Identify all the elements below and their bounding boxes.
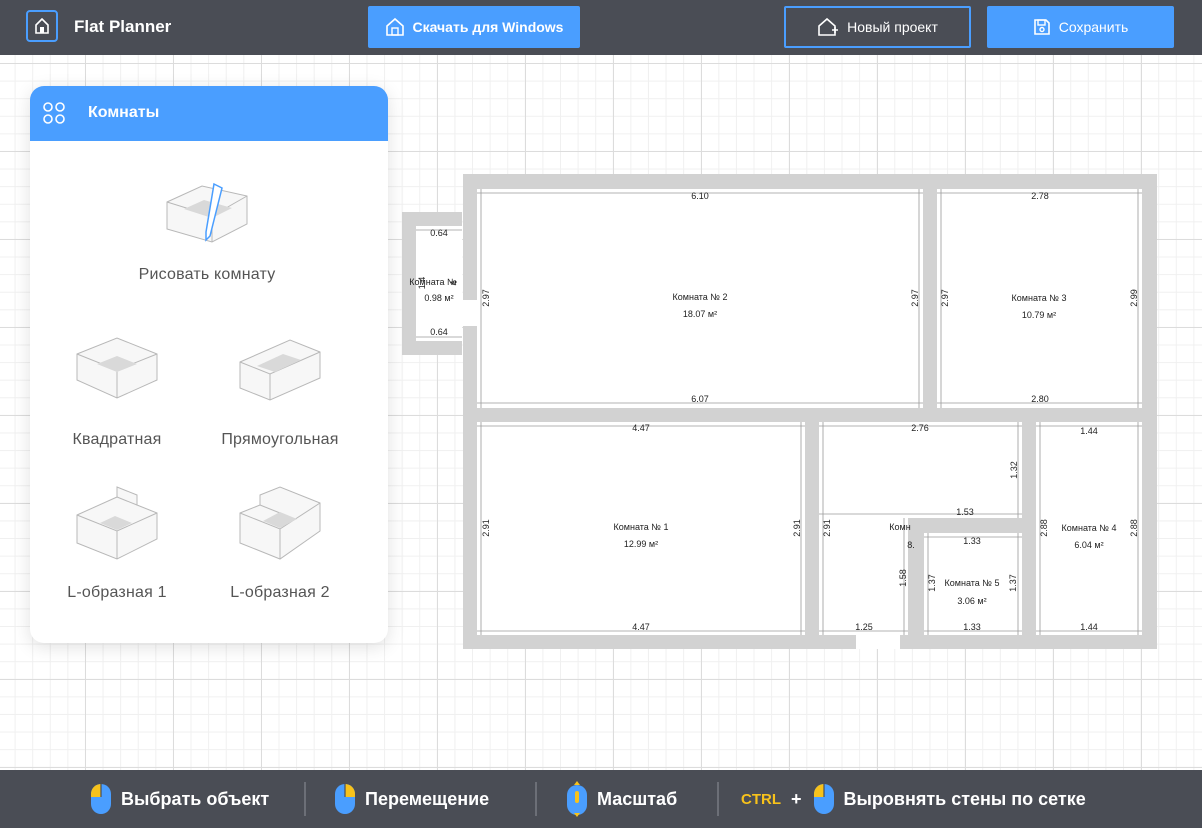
hints-bar: Выбрать объект Перемещение Масштаб CTRL …: [0, 770, 1202, 828]
room-name: Комн: [889, 522, 910, 532]
dim-label: 2.99: [1129, 289, 1139, 307]
mouse-right-click-icon: [335, 784, 355, 814]
dim-label: 2.80: [1031, 394, 1049, 404]
rect-room-icon: [239, 339, 321, 401]
dim-label: 2.97: [910, 289, 920, 307]
dim-label: 0.64: [430, 327, 448, 337]
room-area: 6.04 м²: [1074, 540, 1103, 550]
dim-label: 1.33: [963, 622, 981, 632]
l-room-2-icon: [239, 486, 321, 560]
ctrl-key-label: CTRL: [741, 790, 781, 808]
dim-label: 2.78: [1031, 191, 1049, 201]
room-name: Комната № 2: [673, 292, 728, 302]
draw-room-label: Рисовать комнату: [138, 266, 276, 283]
room-area: 8.: [907, 540, 915, 550]
hint-move: Перемещение: [333, 770, 489, 828]
square-room-tool[interactable]: Квадратная: [52, 332, 182, 449]
mouse-left-click-icon: [91, 784, 111, 814]
l-room-2-tool[interactable]: L-образная 2: [215, 483, 345, 602]
room-name: Комната № 4: [1062, 523, 1117, 533]
dim-label: 1.53: [956, 507, 974, 517]
dim-label: 4.47: [632, 622, 650, 632]
rect-room-tool[interactable]: Прямоугольная: [210, 332, 350, 449]
hint-align: CTRL + Выровнять стены по сетке: [741, 770, 1086, 828]
plus-label: +: [791, 788, 802, 809]
rooms-panel-header[interactable]: Комнаты: [30, 86, 388, 141]
dim-label: 2.91: [481, 519, 491, 537]
hint-divider: [304, 782, 306, 816]
grid-four-icon: [43, 102, 65, 124]
rooms-panel-title: Комнаты: [88, 104, 160, 121]
room-name: Комната № 3: [1012, 293, 1067, 303]
dim-label: 1.33: [963, 536, 981, 546]
room-name: Комната № 5: [945, 578, 1000, 588]
hint-zoom-label: Масштаб: [597, 788, 678, 809]
dim-label: 2.97: [940, 289, 950, 307]
dim-label: 2.91: [792, 519, 802, 537]
square-room-label: Квадратная: [72, 431, 162, 448]
dim-label: 2.88: [1129, 519, 1139, 537]
draw-room-icon: [166, 182, 248, 243]
dim-label: 1.37: [927, 574, 937, 592]
dim-label: 1.58: [898, 569, 908, 587]
room-area: 3.06 м²: [957, 596, 986, 606]
l-room-1-tool[interactable]: L-образная 1: [52, 483, 182, 602]
dim-label: 2.97: [481, 289, 491, 307]
dim-label: 4.47: [632, 423, 650, 433]
hint-zoom: Масштаб: [565, 770, 677, 828]
draw-room-tool[interactable]: Рисовать комнату: [122, 174, 292, 284]
dim-label: 6.07: [691, 394, 709, 404]
dim-label: 1.44: [1080, 622, 1098, 632]
dim-label: 1.25: [855, 622, 873, 632]
room-name: Комната № 1: [614, 522, 669, 532]
dim-label: 2.88: [1039, 519, 1049, 537]
l-room-1-label: L-образная 1: [67, 584, 167, 601]
mouse-scroll-icon: [567, 781, 587, 817]
mouse-click-icon: [813, 784, 834, 814]
l-room-2-label: L-образная 2: [230, 584, 330, 601]
room-area: 18.07 м²: [683, 309, 717, 319]
l-room-1-icon: [76, 486, 158, 560]
room-name: Комната №: [409, 277, 457, 287]
hint-select-label: Выбрать объект: [121, 788, 270, 809]
hint-select: Выбрать объект: [89, 770, 269, 828]
square-room-icon: [76, 337, 158, 399]
dim-label: 2.91: [822, 519, 832, 537]
rooms-panel: Комнаты Рисовать комнату Квадратная Прям…: [30, 86, 388, 643]
hint-align-label: Выровнять стены по сетке: [843, 788, 1086, 809]
dim-label: 1.44: [1080, 426, 1098, 436]
room-area: 12.99 м²: [624, 539, 658, 549]
room-area: 10.79 м²: [1022, 310, 1056, 320]
room-area: 0.98 м²: [424, 293, 453, 303]
hint-divider: [717, 782, 719, 816]
dim-label: 1.32: [1009, 461, 1019, 479]
dim-label: 1.37: [1008, 574, 1018, 592]
dim-label: 2.76: [911, 423, 929, 433]
hint-divider: [535, 782, 537, 816]
hint-move-label: Перемещение: [365, 788, 490, 809]
dim-label: 0.64: [430, 228, 448, 238]
rect-room-label: Прямоугольная: [221, 431, 339, 448]
dim-label: 6.10: [691, 191, 709, 201]
